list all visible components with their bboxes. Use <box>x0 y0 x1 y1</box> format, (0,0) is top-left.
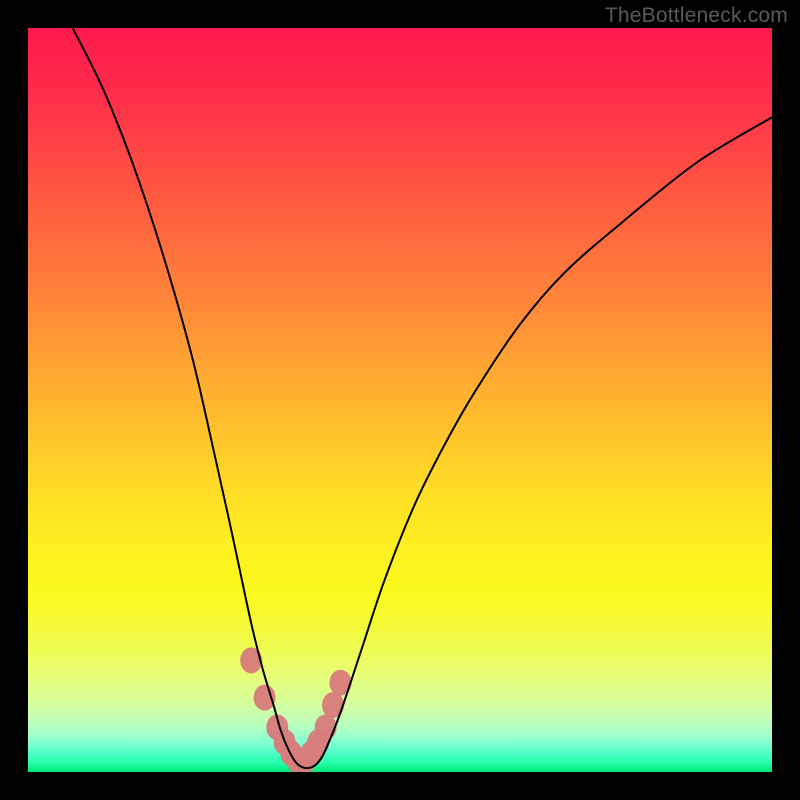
chart-frame: TheBottleneck.com <box>0 0 800 800</box>
bottom-marker <box>315 714 337 740</box>
bottleneck-curve-path <box>73 28 772 768</box>
curve-layer <box>28 28 772 772</box>
plot-area <box>28 28 772 772</box>
watermark-text: TheBottleneck.com <box>605 4 788 28</box>
bottom-markers-group <box>240 647 351 772</box>
